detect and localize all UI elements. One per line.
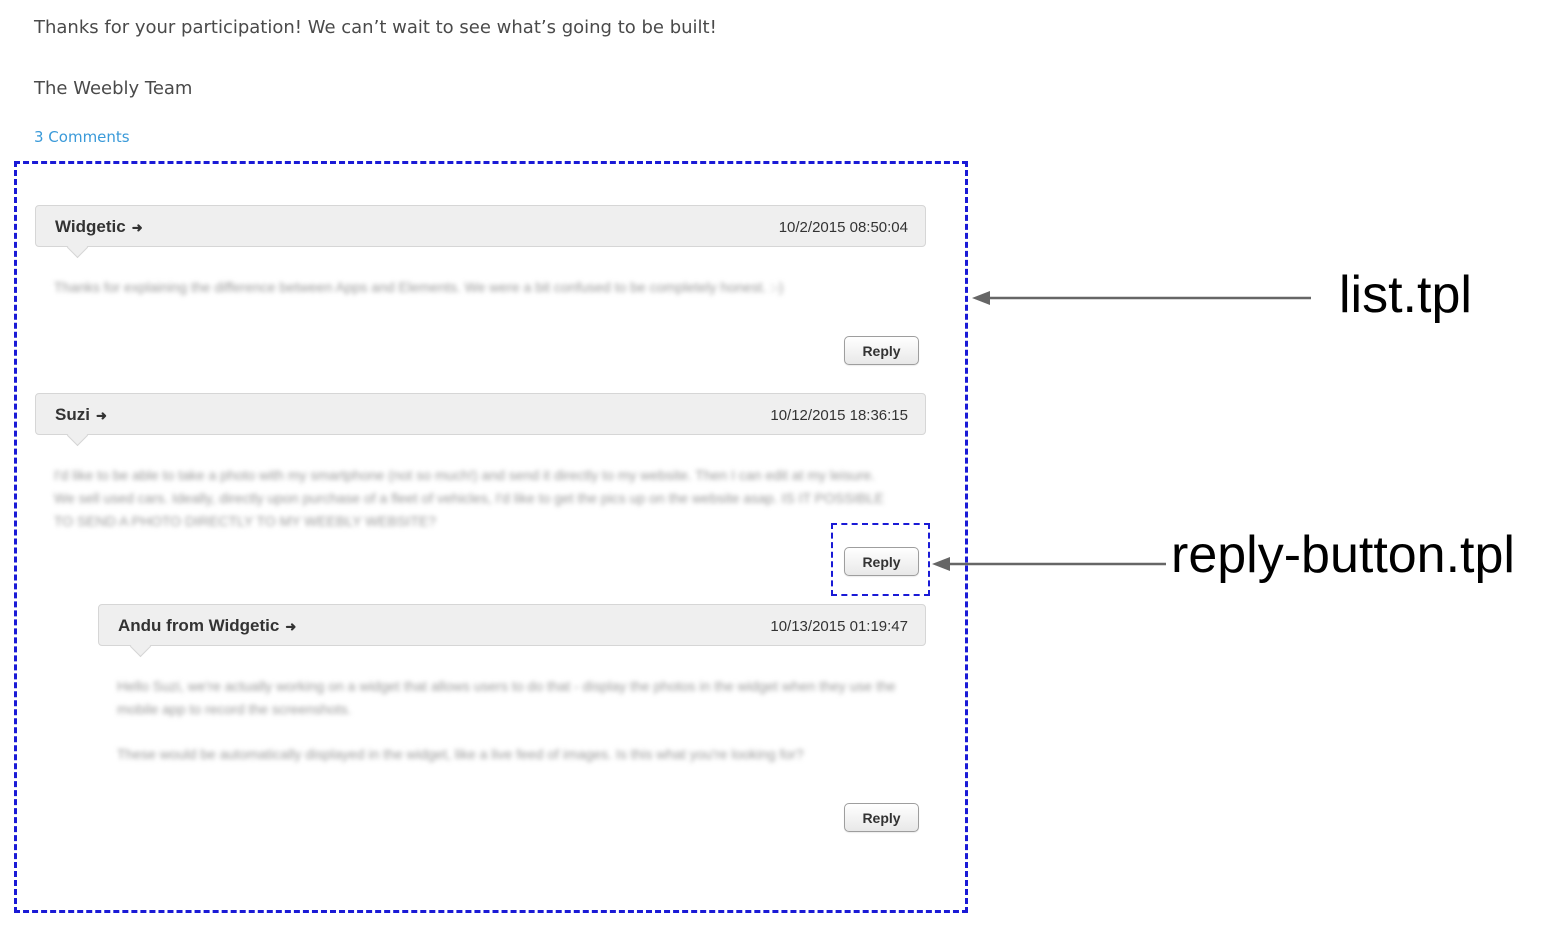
- page: Thanks for your participation! We can’t …: [0, 0, 1564, 946]
- list-arrow-head: [972, 291, 990, 305]
- intro-thanks-text: Thanks for your participation! We can’t …: [34, 17, 717, 38]
- list-template-outline: [14, 161, 968, 913]
- comments-count-link[interactable]: 3 Comments: [34, 128, 130, 146]
- reply-button-tpl-label: reply-button.tpl: [1171, 526, 1515, 584]
- list-tpl-label: list.tpl: [1339, 266, 1472, 324]
- signature-text: The Weebly Team: [34, 78, 193, 99]
- reply-button-template-outline: [831, 523, 930, 596]
